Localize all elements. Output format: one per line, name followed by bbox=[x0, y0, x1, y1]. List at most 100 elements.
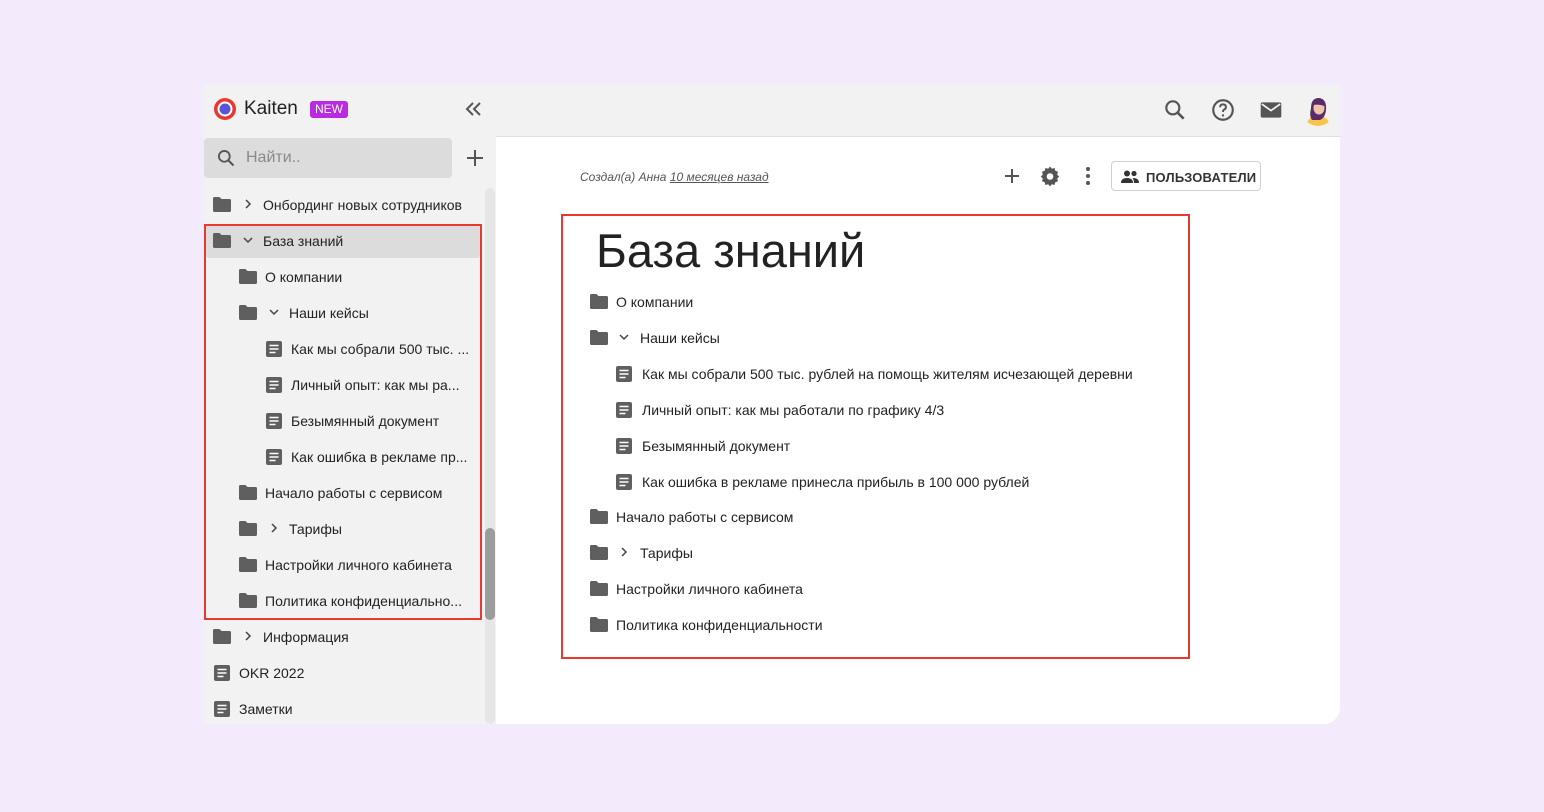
content-item[interactable]: Как мы собрали 500 тыс. рублей на помощь… bbox=[616, 360, 1196, 390]
mail-icon[interactable] bbox=[1258, 97, 1284, 123]
kaiten-logo-icon bbox=[214, 98, 236, 120]
sidebar-item[interactable]: OKR 2022 bbox=[204, 656, 478, 690]
document-icon bbox=[616, 366, 632, 382]
sidebar-item-label: Информация bbox=[263, 629, 349, 645]
logo-row: Kaiten NEW bbox=[204, 85, 496, 135]
sidebar-item[interactable]: Заметки bbox=[204, 692, 478, 724]
users-button-label: ПОЛЬЗОВАТЕЛИ bbox=[1146, 170, 1257, 185]
document-icon bbox=[616, 438, 632, 454]
search-icon[interactable] bbox=[1162, 97, 1188, 123]
document-icon bbox=[266, 377, 282, 393]
sidebar-item[interactable]: Тарифы bbox=[204, 512, 478, 546]
created-time-link[interactable]: 10 месяцев назад bbox=[670, 170, 769, 184]
folder-icon bbox=[590, 617, 608, 632]
content-item[interactable]: Личный опыт: как мы работали по графику … bbox=[616, 396, 1116, 426]
chevron-down-icon[interactable] bbox=[618, 331, 630, 343]
chevron-right-icon[interactable] bbox=[268, 522, 280, 534]
sidebar-scrollbar-track[interactable] bbox=[485, 188, 495, 724]
content-item[interactable]: Как ошибка в рекламе принесла прибыль в … bbox=[616, 468, 1116, 498]
add-item-icon[interactable] bbox=[463, 146, 487, 170]
sidebar-item[interactable]: Безымянный документ bbox=[204, 404, 478, 438]
folder-icon bbox=[213, 197, 231, 212]
document-icon bbox=[266, 341, 282, 357]
sidebar-item[interactable]: Настройки личного кабинета bbox=[204, 548, 478, 582]
content-item-label: Личный опыт: как мы работали по графику … bbox=[642, 402, 945, 418]
sidebar-item-label: Как ошибка в рекламе пр... bbox=[291, 449, 468, 465]
folder-icon bbox=[590, 294, 608, 309]
sidebar-item-label: OKR 2022 bbox=[239, 665, 305, 681]
content-item-label: Политика конфиденциальности bbox=[616, 617, 823, 633]
avatar-image bbox=[1302, 94, 1334, 126]
add-icon[interactable] bbox=[1000, 164, 1024, 188]
content-item[interactable]: О компании bbox=[590, 288, 990, 318]
sidebar-item-label: Настройки личного кабинета bbox=[265, 557, 452, 573]
folder-icon bbox=[239, 305, 257, 320]
search-input[interactable]: Найти.. bbox=[204, 138, 452, 178]
sidebar-item-label: База знаний bbox=[263, 233, 344, 249]
sidebar: Kaiten NEW Найти.. Онбординг новых сотру… bbox=[204, 85, 496, 724]
sidebar-item[interactable]: Личный опыт: как мы ра... bbox=[204, 368, 478, 402]
app-window: Kaiten NEW Найти.. Онбординг новых сотру… bbox=[204, 85, 1340, 724]
folder-icon bbox=[239, 269, 257, 284]
content-item[interactable]: Настройки личного кабинета bbox=[590, 575, 990, 605]
sidebar-item[interactable]: Онбординг новых сотрудников bbox=[204, 188, 478, 222]
sidebar-item[interactable]: О компании bbox=[204, 260, 478, 294]
sidebar-item[interactable]: Как мы собрали 500 тыс. ... bbox=[204, 332, 478, 366]
sidebar-item-label: Личный опыт: как мы ра... bbox=[291, 377, 460, 393]
new-badge: NEW bbox=[310, 101, 348, 118]
users-icon bbox=[1121, 170, 1139, 183]
content-item-label: Начало работы с сервисом bbox=[616, 509, 794, 525]
document-icon bbox=[616, 402, 632, 418]
folder-icon bbox=[239, 557, 257, 572]
sidebar-item[interactable]: Политика конфиденциально... bbox=[204, 584, 478, 618]
collapse-sidebar-icon[interactable] bbox=[462, 97, 486, 121]
chevron-down-icon[interactable] bbox=[242, 234, 254, 246]
folder-icon bbox=[590, 581, 608, 596]
search-icon bbox=[218, 150, 235, 167]
user-avatar[interactable] bbox=[1302, 94, 1334, 126]
content-item[interactable]: Наши кейсы bbox=[590, 324, 990, 354]
content-item-label: О компании bbox=[616, 294, 694, 310]
content-item-label: Как мы собрали 500 тыс. рублей на помощь… bbox=[642, 366, 1133, 382]
app-name: Kaiten bbox=[244, 98, 298, 119]
gear-icon[interactable] bbox=[1038, 164, 1062, 188]
folder-icon bbox=[239, 521, 257, 536]
folder-icon bbox=[213, 233, 231, 248]
sidebar-item-label: Начало работы с сервисом bbox=[265, 485, 443, 501]
content-item[interactable]: Безымянный документ bbox=[616, 432, 1116, 462]
chevron-right-icon[interactable] bbox=[242, 630, 254, 642]
sidebar-item[interactable]: Начало работы с сервисом bbox=[204, 476, 478, 510]
content-item-label: Безымянный документ bbox=[642, 438, 791, 454]
sidebar-item-label: Онбординг новых сотрудников bbox=[263, 197, 462, 213]
users-button[interactable]: ПОЛЬЗОВАТЕЛИ bbox=[1111, 161, 1261, 191]
chevron-right-icon[interactable] bbox=[242, 198, 254, 210]
sidebar-item-knowledge-base[interactable]: База знаний bbox=[206, 224, 480, 258]
top-bar bbox=[496, 85, 1340, 137]
sidebar-item[interactable]: Наши кейсы bbox=[204, 296, 478, 330]
document-icon bbox=[266, 413, 282, 429]
document-icon bbox=[266, 449, 282, 465]
document-icon bbox=[214, 665, 230, 681]
sidebar-item[interactable]: Информация bbox=[204, 620, 478, 654]
sidebar-item-label: Наши кейсы bbox=[289, 305, 369, 321]
sidebar-item-label: Политика конфиденциально... bbox=[265, 593, 462, 609]
sidebar-scrollbar-thumb[interactable] bbox=[485, 528, 495, 620]
content-item[interactable]: Тарифы bbox=[590, 539, 990, 569]
folder-icon bbox=[590, 545, 608, 560]
folder-icon bbox=[590, 330, 608, 345]
sidebar-item-label: О компании bbox=[265, 269, 343, 285]
content-item[interactable]: Начало работы с сервисом bbox=[590, 503, 990, 533]
more-vertical-icon[interactable] bbox=[1076, 164, 1100, 188]
sidebar-item-label: Заметки bbox=[239, 701, 293, 717]
document-icon bbox=[214, 701, 230, 717]
folder-icon bbox=[239, 593, 257, 608]
chevron-right-icon[interactable] bbox=[618, 546, 630, 558]
content-item[interactable]: Политика конфиденциальности bbox=[590, 611, 990, 641]
content-item-label: Наши кейсы bbox=[640, 330, 720, 346]
created-by-text: Создал(а) Анна bbox=[580, 170, 667, 184]
chevron-down-icon[interactable] bbox=[268, 306, 280, 318]
document-icon bbox=[616, 474, 632, 490]
created-meta: Создал(а) Анна 10 месяцев назад bbox=[580, 170, 769, 184]
help-icon[interactable] bbox=[1210, 97, 1236, 123]
sidebar-item[interactable]: Как ошибка в рекламе пр... bbox=[204, 440, 478, 474]
